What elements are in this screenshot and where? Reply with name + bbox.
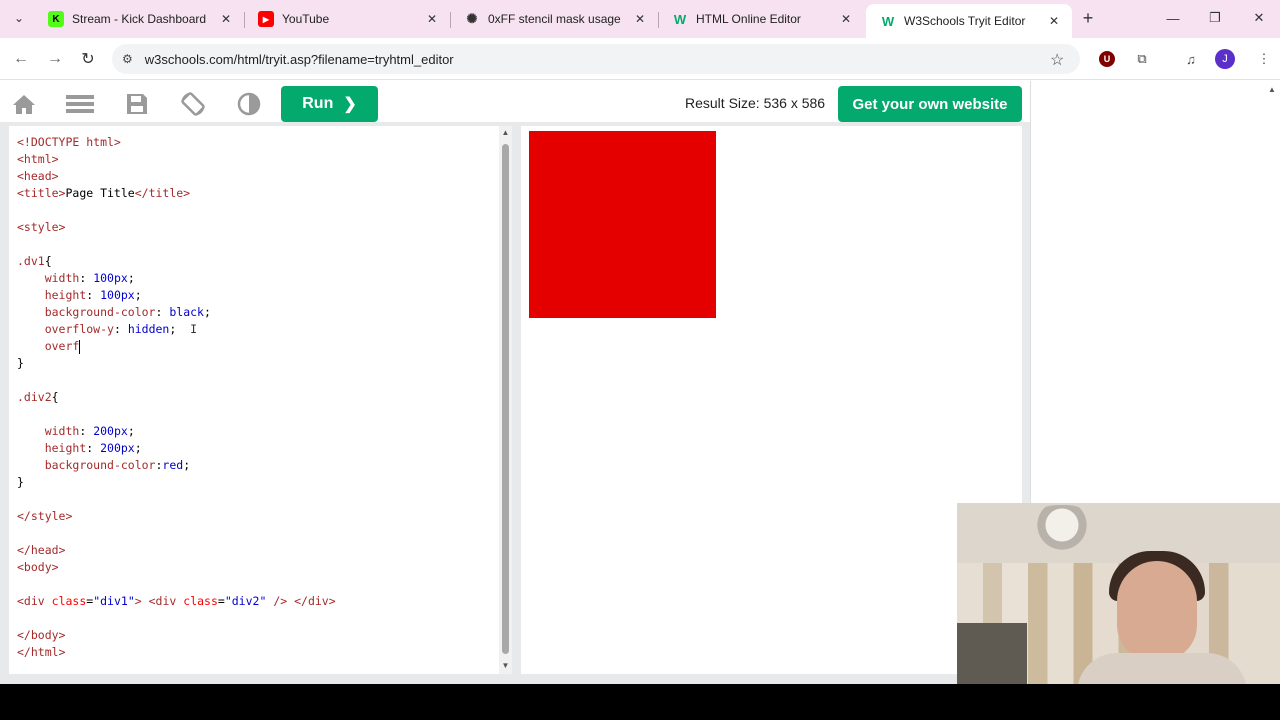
browser-window: ⌄ K Stream - Kick Dashboard ✕ ▶ YouTube …	[0, 0, 1280, 684]
tab-chatgpt[interactable]: ✺ 0xFF stencil mask usage ✕	[450, 4, 658, 34]
code-scrollbar[interactable]: ▲ ▼	[499, 126, 512, 674]
home-icon[interactable]	[10, 91, 38, 117]
close-icon[interactable]: ✕	[218, 11, 234, 27]
scroll-up-icon[interactable]: ▲	[1268, 85, 1276, 94]
tab-strip: ⌄ K Stream - Kick Dashboard ✕ ▶ YouTube …	[0, 0, 1280, 38]
media-controls-icon[interactable]: ♫	[1181, 49, 1201, 69]
close-window-button[interactable]: ✕	[1244, 6, 1274, 30]
minimize-icon: —	[1166, 10, 1180, 26]
browser-menu-icon[interactable]: ⋮	[1254, 49, 1274, 69]
arrow-left-icon: ←	[13, 50, 29, 67]
get-own-website-button[interactable]: Get your own website	[838, 86, 1022, 122]
run-button[interactable]: Run ❯	[281, 86, 378, 122]
new-tab-button[interactable]: +	[1078, 8, 1098, 28]
tab-search-button[interactable]: ⌄	[8, 7, 30, 29]
tab-title: YouTube	[282, 12, 330, 26]
tab-title: W3Schools Tryit Editor	[904, 14, 1026, 28]
tab-youtube[interactable]: ▶ YouTube ✕	[244, 4, 450, 34]
ublock-extension-icon[interactable]: U	[1097, 49, 1117, 69]
w3schools-icon: W	[673, 11, 687, 27]
reload-button[interactable]: ↻	[77, 48, 99, 70]
tab-title: HTML Online Editor	[696, 12, 801, 26]
code-content[interactable]: <!DOCTYPE html> <html> <head> <title>Page T…	[17, 134, 336, 661]
webcam-overlay	[957, 503, 1280, 684]
restore-button[interactable]: ❐	[1200, 6, 1230, 30]
scroll-down-icon[interactable]: ▼	[501, 661, 510, 671]
forward-button[interactable]: →	[44, 48, 66, 70]
url-text: w3schools.com/html/tryit.asp?filename=tr…	[144, 51, 454, 67]
workspace: <!DOCTYPE html> <html> <head> <title>Page T…	[0, 122, 1030, 684]
close-icon[interactable]: ✕	[424, 11, 440, 27]
plus-icon: +	[1082, 7, 1094, 28]
browser-toolbar: ← → ↻ ⚙ w3schools.com/html/tryit.asp?fil…	[0, 38, 1280, 80]
address-bar[interactable]: ⚙ w3schools.com/html/tryit.asp?filename=…	[112, 44, 1080, 74]
minimize-button[interactable]: —	[1158, 6, 1188, 30]
chevron-right-icon: ❯	[343, 96, 357, 113]
extensions-puzzle-icon[interactable]: ⧉	[1132, 49, 1152, 69]
contrast-icon[interactable]	[235, 91, 263, 117]
person-face	[1117, 561, 1197, 661]
bookmark-star-icon[interactable]: ☆	[1050, 50, 1064, 70]
tab-kick[interactable]: K Stream - Kick Dashboard ✕	[34, 4, 244, 34]
close-icon[interactable]: ✕	[1046, 13, 1062, 29]
tab-html-online-editor[interactable]: W HTML Online Editor ✕	[658, 4, 864, 34]
tab-w3schools-tryit[interactable]: W W3Schools Tryit Editor ✕	[866, 4, 1072, 38]
run-button-label: Run	[302, 95, 334, 112]
save-icon[interactable]	[123, 91, 151, 117]
restore-icon: ❐	[1209, 10, 1221, 25]
tryit-toolbar: Run ❯ Result Size: 536 x 586 Get your ow…	[0, 81, 1030, 127]
result-size-label: Result Size: 536 x 586	[685, 95, 826, 111]
chevron-down-icon: ⌄	[13, 11, 25, 25]
site-settings-icon[interactable]: ⚙	[122, 52, 133, 66]
rendered-red-box	[529, 131, 716, 318]
taskbar-area	[0, 684, 1280, 720]
back-button[interactable]: ←	[10, 48, 32, 70]
scroll-up-icon[interactable]: ▲	[501, 128, 510, 138]
result-frame[interactable]	[521, 126, 1022, 674]
close-icon[interactable]: ✕	[838, 11, 854, 27]
youtube-icon: ▶	[258, 11, 274, 27]
arrow-right-icon: →	[47, 50, 63, 67]
rotate-layout-icon[interactable]	[179, 91, 207, 117]
code-editor[interactable]: <!DOCTYPE html> <html> <head> <title>Page T…	[9, 126, 512, 674]
scrollbar-thumb[interactable]	[502, 144, 509, 654]
tab-title: 0xFF stencil mask usage	[488, 12, 621, 26]
reload-icon: ↻	[81, 51, 95, 68]
kick-icon: K	[48, 11, 64, 27]
menu-icon[interactable]	[66, 91, 94, 117]
close-icon: ✕	[1253, 10, 1265, 25]
close-icon[interactable]: ✕	[632, 11, 648, 27]
w3schools-icon: W	[881, 13, 895, 29]
profile-avatar[interactable]: J	[1215, 49, 1235, 69]
chatgpt-icon: ✺	[466, 11, 478, 26]
tab-title: Stream - Kick Dashboard	[72, 12, 207, 26]
